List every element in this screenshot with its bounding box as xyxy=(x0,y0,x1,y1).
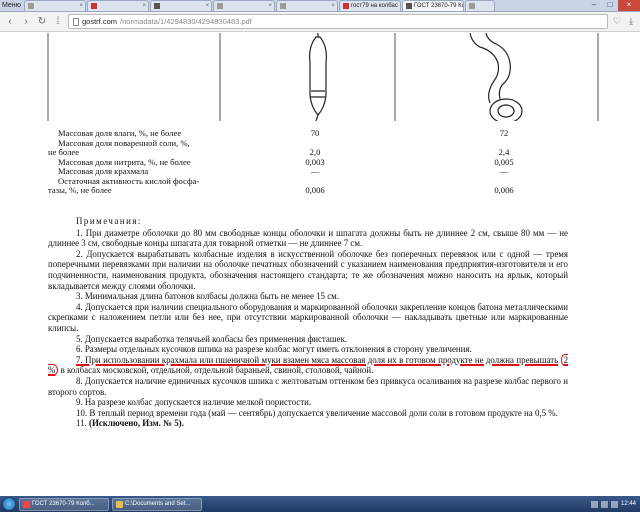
browser-menu-button[interactable]: Меню xyxy=(0,0,24,11)
browser-icon xyxy=(23,500,30,508)
close-tab-icon[interactable]: × xyxy=(205,1,209,11)
note-7-rest: в колбасах московской, отдельной, отдель… xyxy=(58,365,374,376)
browser-tab-active[interactable]: ГОСТ 23670-79 Колба× xyxy=(402,0,464,11)
tab-favicon-icon xyxy=(28,3,34,9)
note-3: 3. Минимальная длина батонов колбасы дол… xyxy=(76,291,339,302)
forward-icon[interactable]: › xyxy=(20,16,32,28)
tab-favicon-icon xyxy=(154,3,160,9)
note-10: 10. В теплый период времени года (май — … xyxy=(76,407,558,418)
url-host: gostrf.com xyxy=(82,17,118,26)
address-bar-row: ‹ › ↻ ⁞ gostrf.com/normadata/1/4294830/4… xyxy=(0,12,640,32)
browser-tab[interactable]: × xyxy=(150,0,212,11)
start-button[interactable] xyxy=(2,497,16,511)
yandex-favicon-icon xyxy=(343,3,349,9)
table-row: тазы, %, не более 0,006 0,006 xyxy=(48,185,514,195)
note-2: 2. Допускается вырабатывать колбасные из… xyxy=(48,248,568,291)
close-tab-icon[interactable]: × xyxy=(142,1,146,11)
taskbar-item-browser[interactable]: ГОСТ 23670-79 Колб... xyxy=(19,497,109,511)
tab-bar: Меню × × × × × гост79 на колбас× ГОСТ 23… xyxy=(0,0,640,12)
heart-icon[interactable]: ♡ xyxy=(612,16,622,27)
tray-icon[interactable] xyxy=(600,500,608,508)
browser-tab[interactable]: гост79 на колбас× xyxy=(339,0,401,11)
tab-favicon-icon xyxy=(280,3,286,9)
toolbar-right-icons: ♡ ⤓ xyxy=(612,16,636,27)
folder-icon xyxy=(116,500,123,508)
tab-favicon-icon xyxy=(217,3,223,9)
note-7: 7. При использовании крахмала или пшенич… xyxy=(48,353,569,377)
sausage-illustrations xyxy=(47,33,599,121)
browser-tab[interactable]: × xyxy=(24,0,86,11)
taskbar-item-explorer[interactable]: C:\Documents and Set... xyxy=(112,497,202,511)
url-input[interactable]: gostrf.com/normadata/1/4294830/429483048… xyxy=(68,14,608,29)
browser-tab[interactable] xyxy=(465,0,495,11)
minimize-icon[interactable]: – xyxy=(586,0,602,11)
close-tab-icon[interactable]: × xyxy=(268,1,272,11)
composition-table: Массовая доля влаги, %, не более 70 72 М… xyxy=(48,128,598,196)
close-tab-icon[interactable]: × xyxy=(331,1,335,11)
tab-favicon-icon xyxy=(406,3,412,9)
url-path: /normadata/1/4294830/4294830483.pdf xyxy=(120,17,252,26)
reload-icon[interactable]: ↻ xyxy=(36,16,48,28)
browser-tab[interactable]: × xyxy=(87,0,149,11)
system-tray: 12:44 xyxy=(590,500,640,508)
table-row: Массовая доля поваренной соли, %, xyxy=(58,137,190,148)
page-icon xyxy=(73,17,79,26)
note-6: 6. Размеры отдельных кусочков шпика на р… xyxy=(76,344,472,355)
straight-sausage-drawing xyxy=(309,33,327,121)
note-4: 4. Допускается при наличии специального … xyxy=(48,301,568,333)
browser-tab[interactable]: × xyxy=(276,0,338,11)
note-5: 5. Допускается выработка телячьей колбас… xyxy=(76,333,348,344)
pdf-viewer[interactable]: Массовая доля влаги, %, не более 70 72 М… xyxy=(0,33,640,495)
note-1: 1. При диаметре оболочки до 80 мм свобод… xyxy=(48,227,568,249)
tray-icon[interactable] xyxy=(590,500,598,508)
note-9: 9. На разрезе колбас допускается наличие… xyxy=(76,397,312,408)
close-tab-icon[interactable]: × xyxy=(400,1,401,11)
note-11: 11. (Исключено, Изм. № 5). xyxy=(76,418,184,429)
close-tab-icon[interactable]: × xyxy=(79,1,83,11)
window-controls: – □ × xyxy=(586,0,640,12)
tab-favicon-icon xyxy=(469,3,475,9)
note-7-underlined-text: 7. При использовании крахмала или пшенич… xyxy=(76,354,559,365)
clock[interactable]: 12:44 xyxy=(621,501,636,507)
browser-tab[interactable]: × xyxy=(213,0,275,11)
maximize-icon[interactable]: □ xyxy=(602,0,618,11)
ring-sausage-drawing xyxy=(469,33,523,121)
download-icon[interactable]: ⤓ xyxy=(626,16,636,27)
tab-favicon-icon xyxy=(91,3,97,9)
back-icon[interactable]: ‹ xyxy=(4,16,16,28)
windows-taskbar: ГОСТ 23670-79 Колб... C:\Documents and S… xyxy=(0,496,640,512)
notes-header: Примечания: xyxy=(76,216,142,226)
tray-icon[interactable] xyxy=(610,500,618,508)
close-window-icon[interactable]: × xyxy=(618,0,640,11)
notes-section: Примечания: 1. При диаметре оболочки до … xyxy=(48,216,569,429)
apps-grid-icon[interactable]: ⁞ xyxy=(52,16,64,28)
note-8: 8. Допускается наличие единичных кусочко… xyxy=(48,375,568,397)
